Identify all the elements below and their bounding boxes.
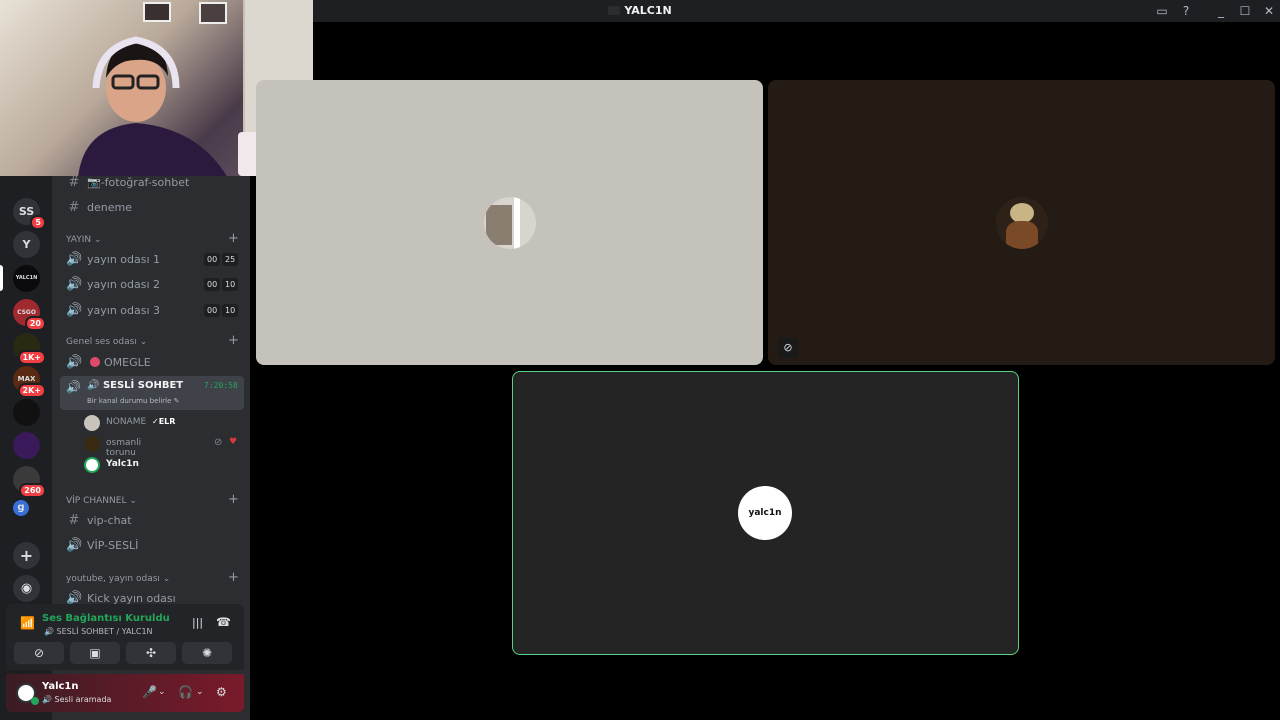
active-voice-channel[interactable]: 🔊 🔊 SESLİ SOHBET 7:20:58 Bir kanal durum… (60, 376, 244, 410)
headphones-icon[interactable]: 🎧 (178, 685, 193, 699)
username[interactable]: Yalc1n (42, 681, 79, 692)
speaker-icon: 🔊 (66, 252, 83, 267)
deafened-icon: ⊘ (778, 338, 798, 358)
voice-channel[interactable]: 🔊 VİP-SESLİ (60, 535, 244, 557)
add-channel-icon[interactable]: + (228, 333, 239, 348)
screen-share-button[interactable]: ▣ (70, 642, 120, 664)
add-channel-icon[interactable]: + (228, 492, 239, 507)
add-channel-icon[interactable]: + (228, 231, 239, 246)
hash-icon: # (68, 175, 80, 190)
mention-badge: 5 (30, 215, 46, 230)
deafened-icon: ⊘ (214, 437, 223, 448)
connected-speaker-icon: 🔊 (66, 380, 81, 394)
category-youtube[interactable]: youtube, yayın odası ⌄ (66, 574, 170, 584)
server-icon-yalc1n[interactable]: YALC1N (13, 265, 40, 292)
voice-channel[interactable]: 🔊 yayın odası 1 00 25 (60, 249, 244, 271)
server-icon[interactable]: SS 5 (13, 198, 46, 230)
picture-frame (199, 2, 227, 24)
hash-icon: # (68, 513, 80, 528)
mic-options-icon[interactable]: ⌄ (158, 687, 166, 697)
server-icon[interactable]: MAX 2K+ (13, 366, 46, 398)
signal-icon[interactable]: 📶 (20, 616, 35, 630)
voice-connection-panel: 📶 Ses Bağlantısı Kuruldu 🔊 SESLİ SOHBET … (6, 604, 244, 670)
voice-channel[interactable]: 🔊 yayın odası 2 00 10 (60, 274, 244, 296)
add-channel-icon[interactable]: + (228, 570, 239, 585)
avatar (84, 415, 100, 431)
badge-icon: ♥ (229, 437, 238, 447)
person-on-camera (78, 36, 227, 176)
category-genel[interactable]: Genel ses odası ⌄ (66, 337, 147, 347)
speaker-icon: 🔊 (66, 355, 83, 370)
close-button[interactable]: ✕ (1261, 3, 1277, 19)
server-icon[interactable]: CSGO SKIN20 (13, 299, 46, 343)
role-tag: ✓ELR (152, 417, 176, 426)
speaker-icon: 🔊 (66, 277, 83, 292)
soundboard-button[interactable]: ✺ (182, 642, 232, 664)
activities-button[interactable]: ✣ (126, 642, 176, 664)
text-channel[interactable]: # vip-chat (60, 510, 244, 532)
speaker-icon: 🔊 (66, 303, 83, 318)
maximize-button[interactable]: ☐ (1237, 3, 1253, 19)
self-avatar: yalc1n (738, 486, 792, 540)
participant-tile[interactable]: ⊘ (768, 80, 1275, 365)
category-yayin[interactable]: YAYIN ⌄ (66, 235, 102, 245)
help-icon[interactable]: ? (1178, 3, 1194, 19)
settings-gear-icon[interactable]: ⚙ (216, 685, 227, 699)
disconnect-icon[interactable]: ☎ (216, 615, 231, 629)
discover-icon[interactable]: ◉ (13, 575, 40, 602)
minimize-button[interactable]: _ (1213, 3, 1229, 19)
omegle-icon (90, 357, 100, 367)
channel-status[interactable]: Bir kanal durumu belirle ✎ (87, 397, 180, 405)
self-tile-speaking[interactable]: yalc1n (512, 371, 1019, 655)
user-status: 🔊 Sesli aramada (42, 695, 112, 704)
avatar (84, 436, 100, 452)
text-channel[interactable]: # deneme (60, 197, 244, 219)
picture-frame (143, 2, 171, 22)
server-icon[interactable]: Y (13, 231, 40, 258)
server-icon[interactable] (13, 432, 40, 459)
server-icon[interactable] (13, 399, 40, 426)
voice-channel[interactable]: 🔊 yayın odası 3 00 10 (60, 300, 244, 322)
microphone-icon[interactable]: 🎤 (142, 685, 157, 699)
speaker-icon: 🔊 (66, 538, 83, 553)
audio-options-icon[interactable]: ⌄ (196, 687, 204, 697)
camera-off-button[interactable]: ⊘ (14, 642, 64, 664)
voice-channel-omegle[interactable]: 🔊 OMEGLE (60, 352, 244, 374)
noise-suppression-icon[interactable]: ||| (192, 616, 203, 629)
add-server-icon[interactable]: + (13, 542, 40, 569)
server-icon[interactable]: g (13, 500, 29, 516)
participant-tile[interactable] (256, 80, 763, 365)
participant-avatar (996, 197, 1048, 249)
hash-icon: # (68, 200, 80, 215)
avatar (84, 457, 100, 473)
connection-status[interactable]: Ses Bağlantısı Kuruldu (42, 613, 170, 624)
participant-avatar (484, 197, 536, 249)
inbox-icon[interactable]: ▭ (1154, 3, 1170, 19)
category-vip[interactable]: VİP CHANNEL ⌄ (66, 496, 137, 506)
server-icon[interactable]: 260 (13, 466, 46, 498)
server-icon[interactable]: 1K+ (13, 333, 46, 365)
user-panel: Yalc1n 🔊 Sesli aramada 🎤 ⌄ 🎧 ⌄ ⚙ (6, 674, 244, 712)
selected-server-indicator (0, 265, 3, 291)
app-logo-icon (608, 6, 621, 15)
online-status-icon (31, 697, 39, 705)
call-timer: 7:20:58 (204, 381, 238, 390)
